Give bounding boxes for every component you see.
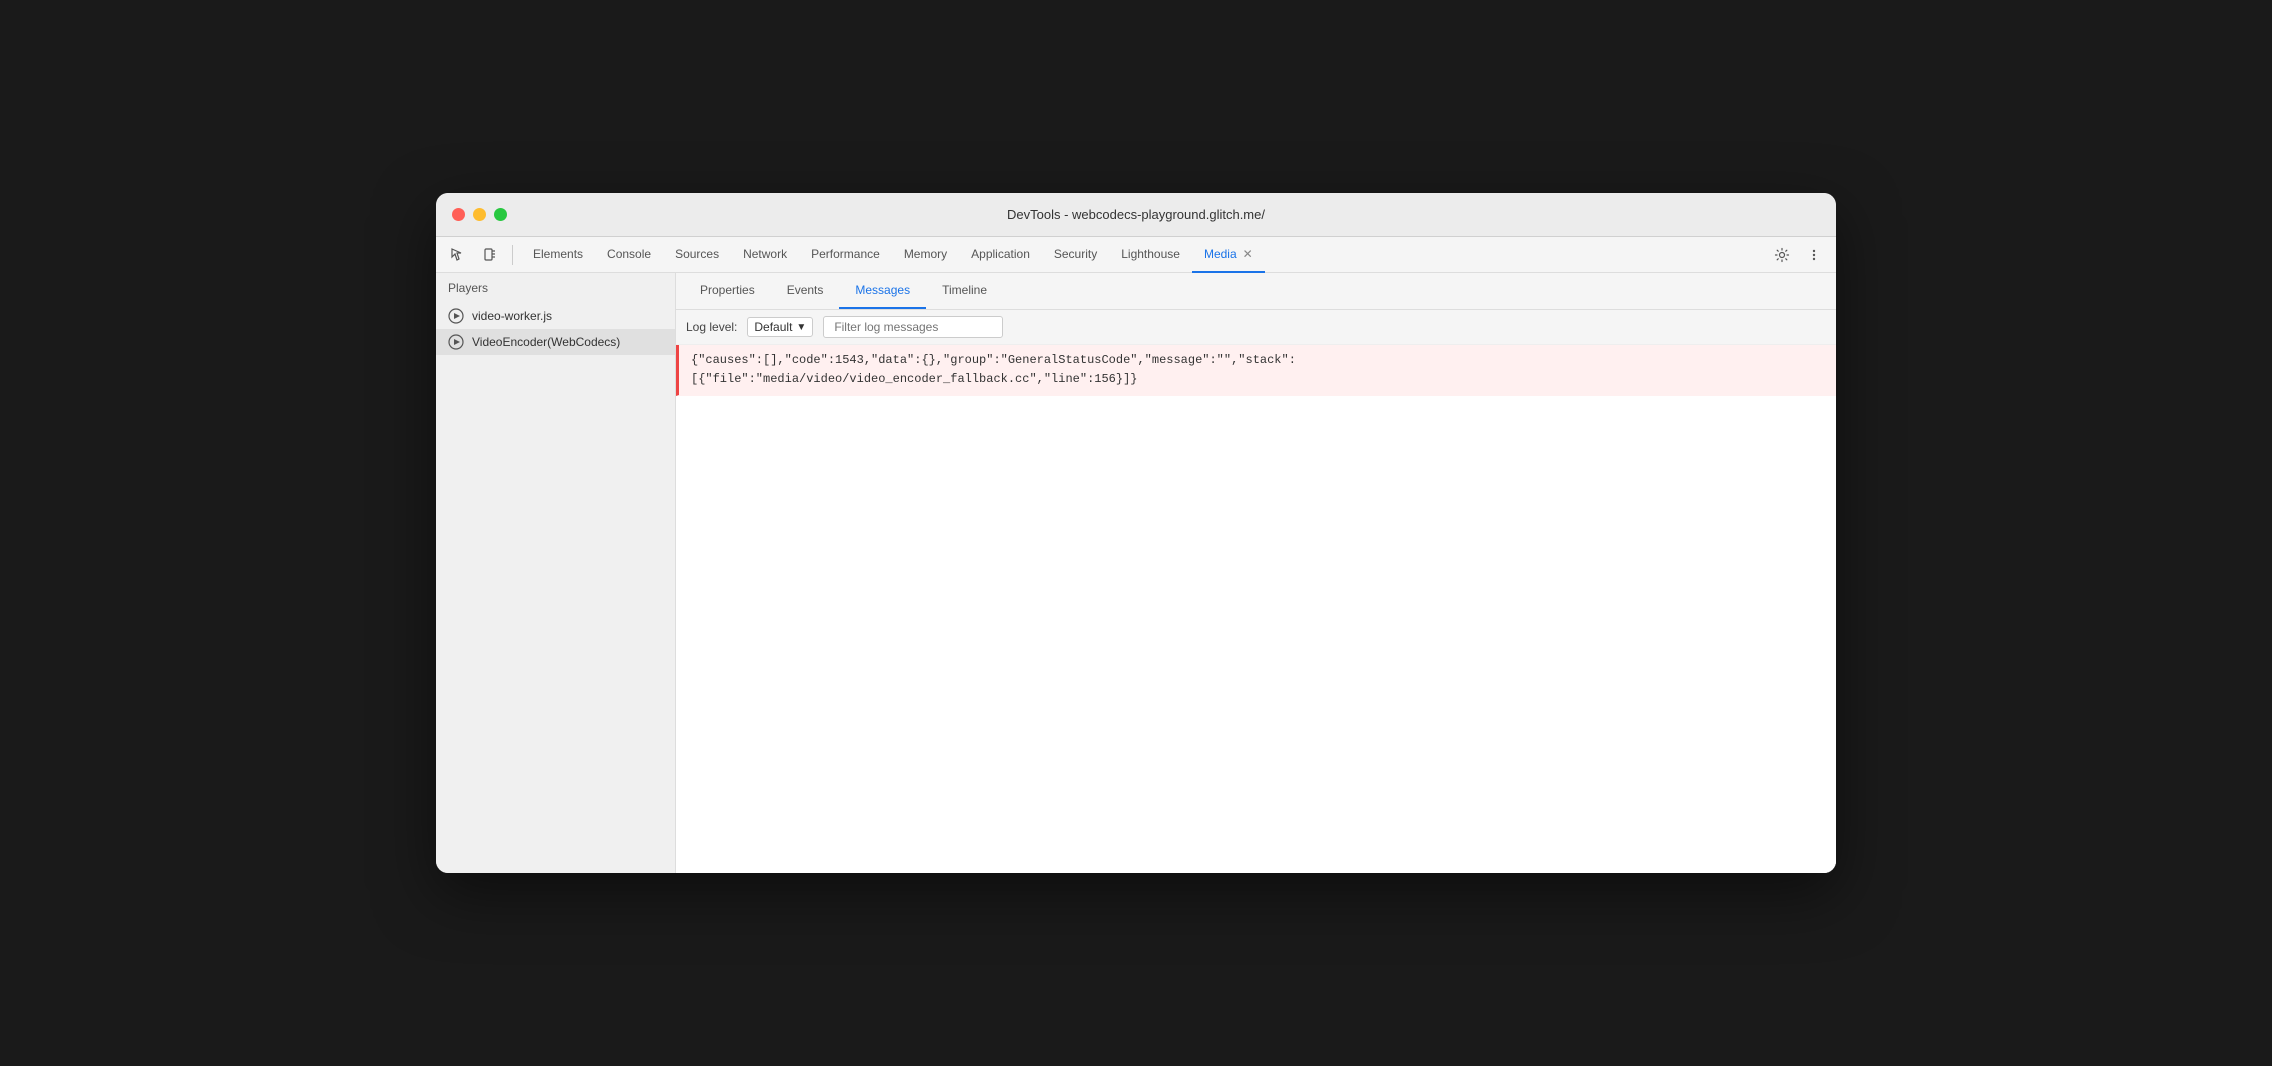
player-video-encoder-label: VideoEncoder(WebCodecs) (472, 335, 620, 349)
maximize-button[interactable] (494, 208, 507, 221)
message-row: {"causes":[],"code":1543,"data":{},"grou… (676, 345, 1836, 396)
traffic-lights (452, 208, 507, 221)
log-level-select[interactable]: Default ▼ (747, 317, 813, 337)
nav-tabs: Elements Console Sources Network Perform… (521, 237, 1764, 273)
title-bar: DevTools - webcodecs-playground.glitch.m… (436, 193, 1836, 237)
filter-input[interactable] (823, 316, 1003, 338)
tab-sources[interactable]: Sources (663, 237, 731, 273)
play-icon-video-encoder (448, 334, 464, 350)
tab-performance[interactable]: Performance (799, 237, 892, 273)
devtools-window: DevTools - webcodecs-playground.glitch.m… (436, 193, 1836, 873)
more-options-button[interactable] (1800, 241, 1828, 269)
main-content: Players video-worker.js Video (436, 273, 1836, 873)
play-icon-video-worker (448, 308, 464, 324)
tab-media[interactable]: Media ✕ (1192, 237, 1265, 273)
sub-tab-events[interactable]: Events (771, 273, 840, 309)
chevron-down-icon: ▼ (796, 322, 806, 333)
sub-tab-properties[interactable]: Properties (684, 273, 771, 309)
sub-tab-messages[interactable]: Messages (839, 273, 926, 309)
settings-button[interactable] (1768, 241, 1796, 269)
player-video-worker[interactable]: video-worker.js (436, 303, 675, 329)
toolbar-right (1768, 241, 1828, 269)
minimize-button[interactable] (473, 208, 486, 221)
device-toggle-button[interactable] (476, 241, 504, 269)
right-panel: Properties Events Messages Timeline Log … (676, 273, 1836, 873)
tab-network[interactable]: Network (731, 237, 799, 273)
sidebar: Players video-worker.js Video (436, 273, 676, 873)
tab-security[interactable]: Security (1042, 237, 1109, 273)
inspect-element-button[interactable] (444, 241, 472, 269)
close-button[interactable] (452, 208, 465, 221)
window-title: DevTools - webcodecs-playground.glitch.m… (1007, 207, 1265, 222)
toolbar: Elements Console Sources Network Perform… (436, 237, 1836, 273)
tab-lighthouse[interactable]: Lighthouse (1109, 237, 1192, 273)
messages-area: {"causes":[],"code":1543,"data":{},"grou… (676, 345, 1836, 873)
player-video-worker-label: video-worker.js (472, 309, 552, 323)
filter-bar: Log level: Default ▼ (676, 310, 1836, 345)
toolbar-separator (512, 245, 513, 265)
sub-tab-timeline[interactable]: Timeline (926, 273, 1003, 309)
sidebar-header: Players (436, 273, 675, 303)
tab-application[interactable]: Application (959, 237, 1042, 273)
log-level-label: Log level: (686, 320, 737, 334)
message-text: {"causes":[],"code":1543,"data":{},"grou… (691, 353, 1296, 386)
tab-memory[interactable]: Memory (892, 237, 959, 273)
sub-tabs: Properties Events Messages Timeline (676, 273, 1836, 310)
close-media-tab-icon[interactable]: ✕ (1243, 247, 1253, 261)
tab-console[interactable]: Console (595, 237, 663, 273)
tab-elements[interactable]: Elements (521, 237, 595, 273)
player-video-encoder[interactable]: VideoEncoder(WebCodecs) (436, 329, 675, 355)
